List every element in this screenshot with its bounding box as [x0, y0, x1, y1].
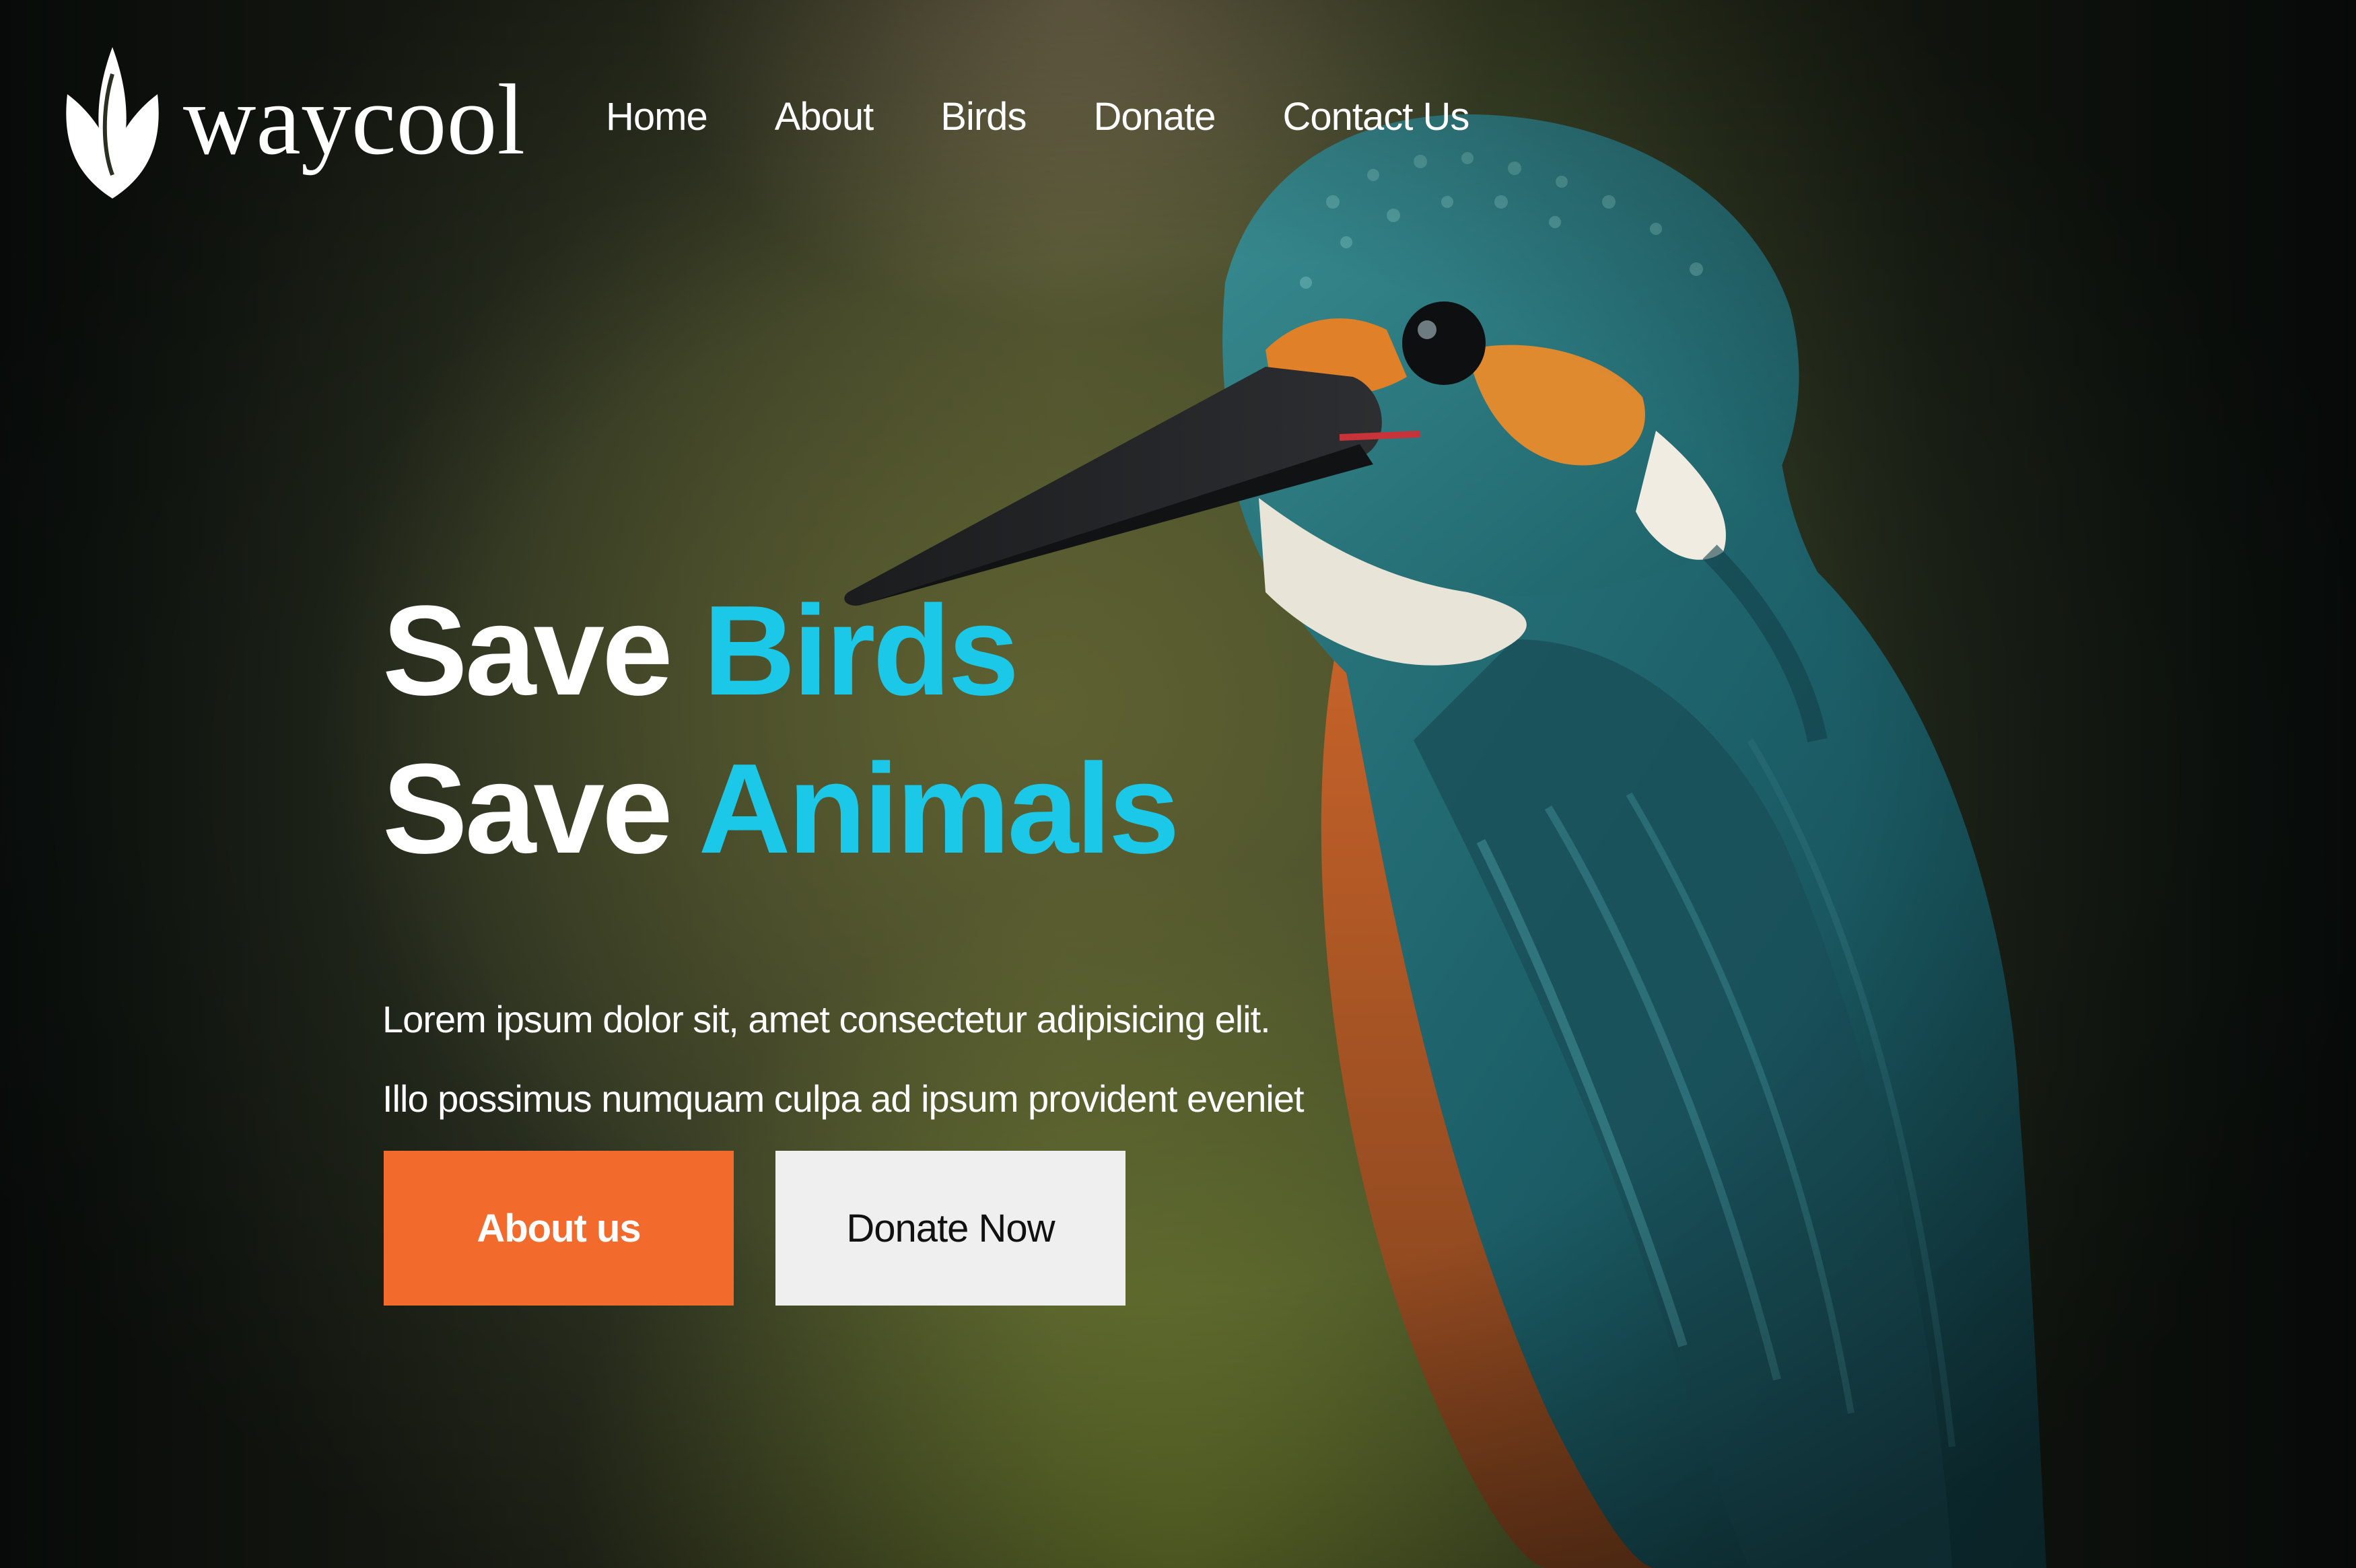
headline-birds: Birds [703, 579, 1020, 722]
hero-headline: Save Birds Save Animals [382, 572, 1180, 888]
headline-save-1: Save [382, 579, 673, 722]
leaf-icon [62, 47, 163, 199]
kingfisher-bird-image [844, 114, 2046, 1568]
nav-birds[interactable]: Birds [940, 94, 1027, 139]
nav-about[interactable]: About [775, 94, 874, 139]
brand-logo[interactable]: waycool [62, 47, 525, 199]
nav-home[interactable]: Home [606, 94, 708, 139]
main-nav: Home About Birds Donate Contact Us [606, 94, 1536, 139]
nav-donate[interactable]: Donate [1093, 94, 1216, 139]
headline-line-1: Save Birds [382, 572, 1177, 730]
about-us-button[interactable]: About us [384, 1151, 734, 1306]
headline-animals: Animals [698, 738, 1180, 880]
donate-now-button[interactable]: Donate Now [775, 1151, 1125, 1306]
headline-line-2: Save Animals [382, 730, 1180, 888]
nav-contact-us[interactable]: Contact Us [1282, 94, 1469, 139]
hero-description: Lorem ipsum dolor sit, amet consectetur … [382, 998, 1305, 1120]
headline-save-2: Save [382, 738, 673, 880]
brand-name: waycool [183, 63, 526, 176]
